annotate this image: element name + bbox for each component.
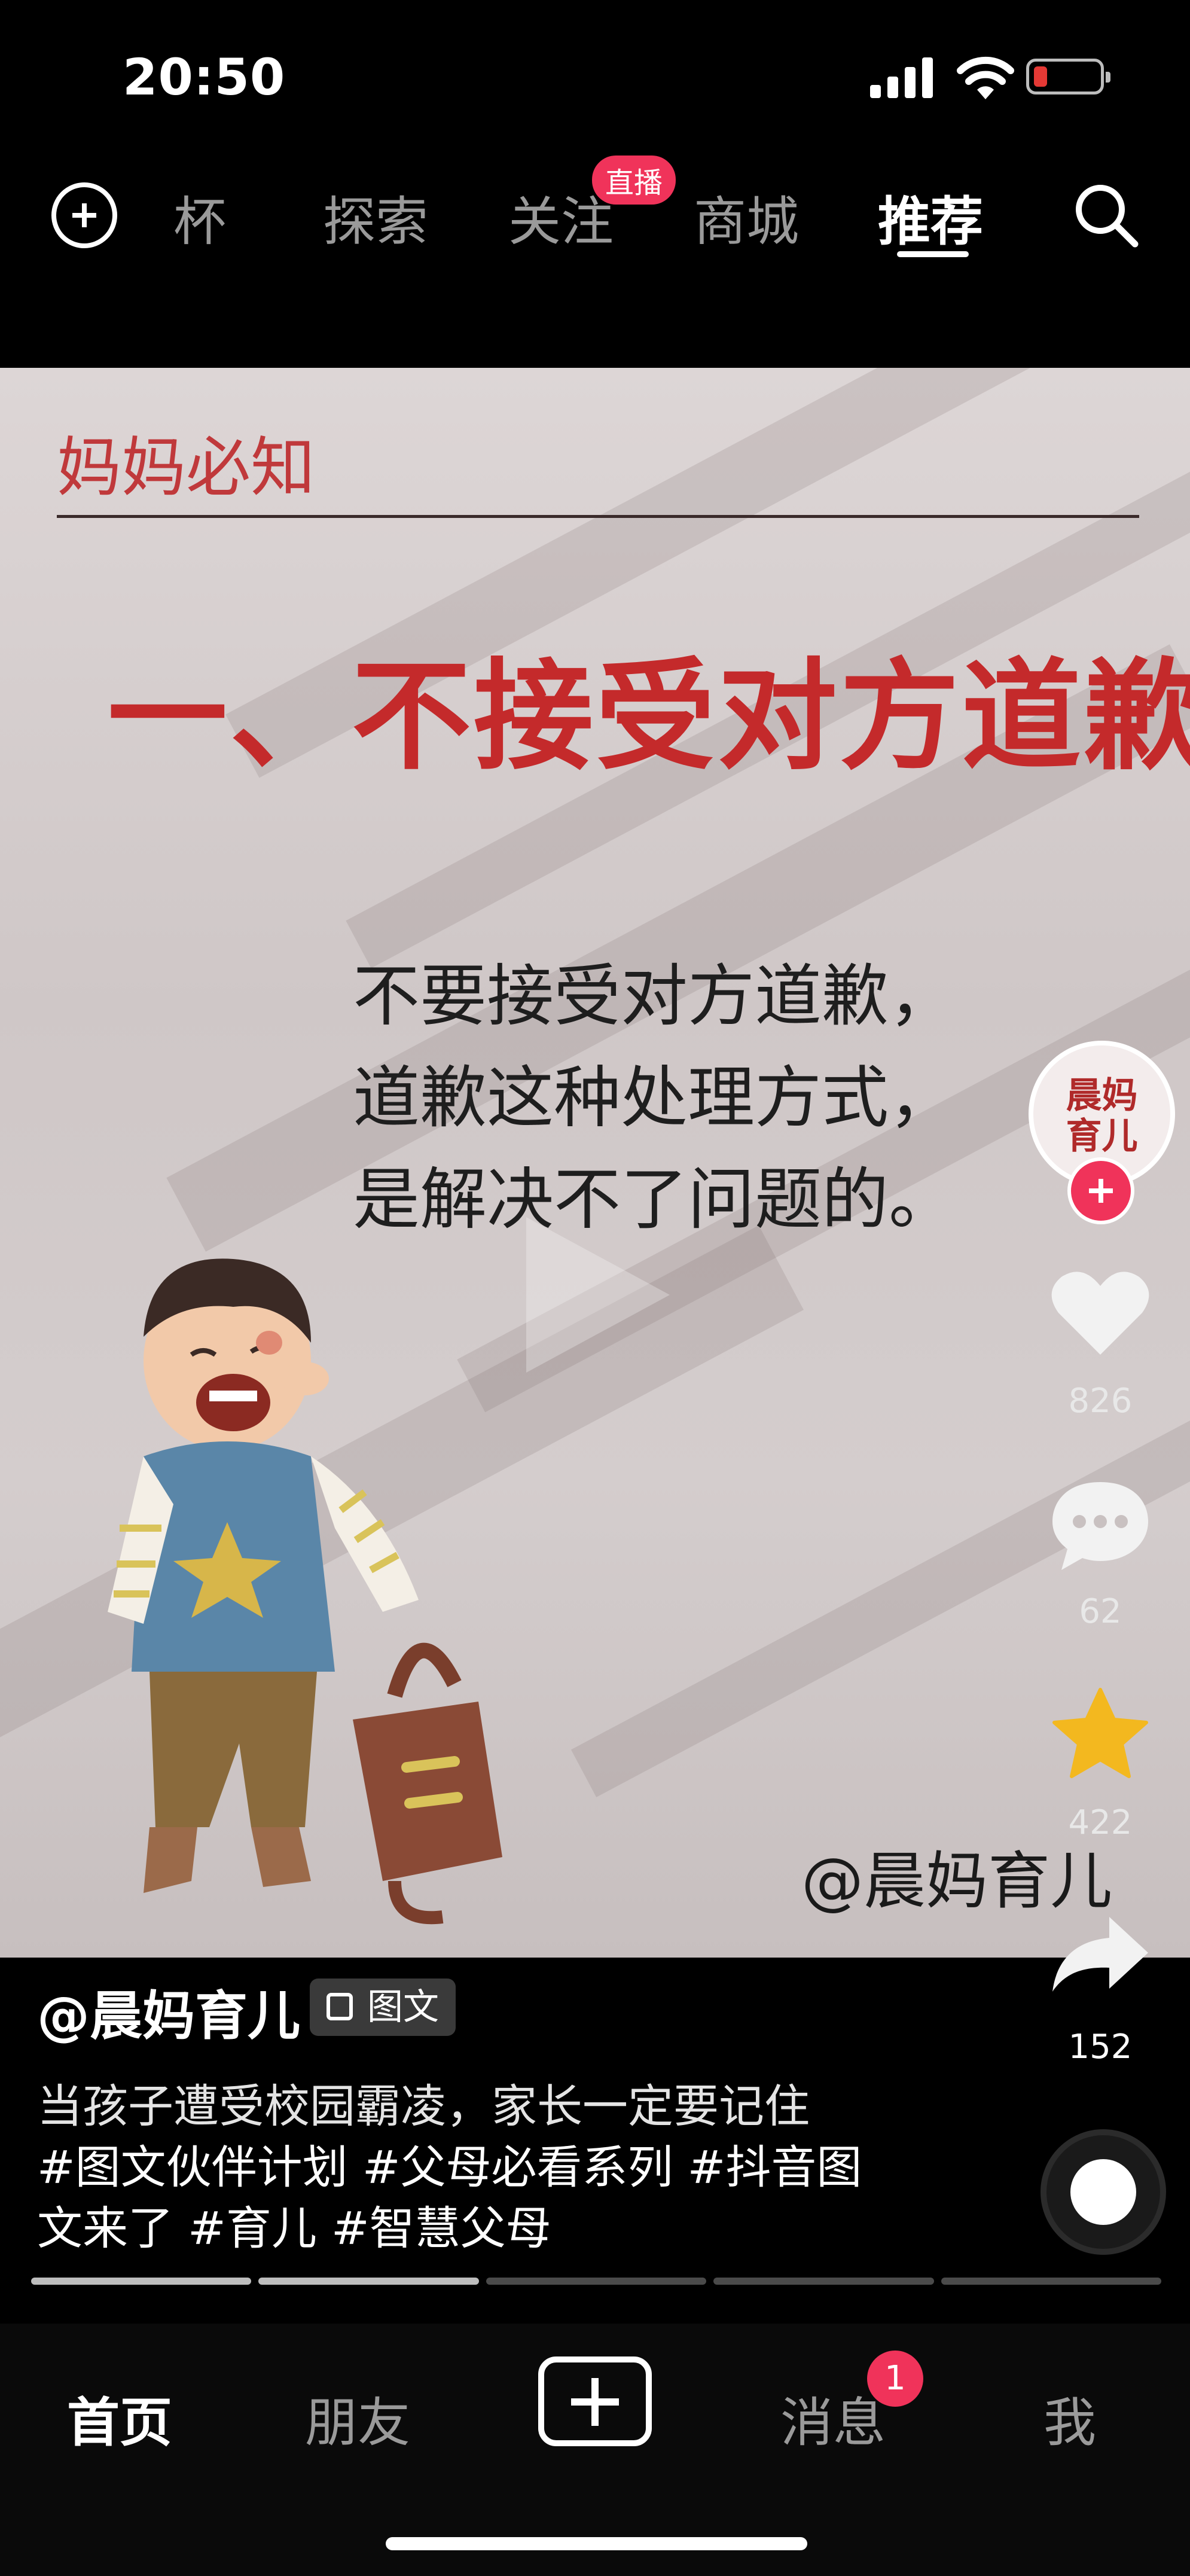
- create-post-button[interactable]: [538, 2356, 652, 2446]
- favorite-count: 422: [1068, 1803, 1133, 1842]
- tab-friends[interactable]: 朋友: [305, 2380, 410, 2456]
- watermark: @晨妈育儿: [801, 1845, 1113, 1917]
- like-count: 826: [1068, 1382, 1133, 1420]
- top-nav: 杯 探索 关注 直播 商城 推荐: [0, 156, 1190, 275]
- progress-segment: [486, 2278, 707, 2285]
- post-type-badge: 图文: [310, 1979, 456, 2036]
- progress-segment: [941, 2278, 1161, 2285]
- home-indicator: [386, 2537, 807, 2550]
- post-type-label: 图文: [367, 1986, 439, 2028]
- progress-segment: [713, 2278, 934, 2285]
- search-icon[interactable]: [1070, 179, 1142, 251]
- battery-icon: [1026, 59, 1110, 94]
- caption-hashtags[interactable]: #图文伙伴计划 #父母必看系列 #抖音图: [37, 2130, 862, 2196]
- post-headline: 一、不接受对方道歉: [108, 647, 1190, 786]
- post-image[interactable]: 妈妈必知 一、不接受对方道歉 不要接受对方道歉， 道歉这种处理方式， 是解决不了…: [0, 368, 1190, 1958]
- section-label: 妈妈必知: [57, 431, 316, 505]
- progress-segment: [31, 2278, 252, 2285]
- caption-hashtags[interactable]: 文来了 #育儿 #智慧父母: [37, 2191, 551, 2257]
- heart-icon[interactable]: [1049, 1268, 1151, 1358]
- crying-boy-illustration: [108, 1258, 502, 1925]
- tab-explore[interactable]: 探索: [323, 179, 428, 255]
- body-line: 不要接受对方道歉，: [353, 958, 956, 1035]
- body-line: 道歉这种处理方式，: [353, 1059, 956, 1137]
- avatar-text: 育儿: [1066, 1115, 1138, 1157]
- live-badge[interactable]: 直播: [592, 156, 676, 205]
- status-time: 20:50: [123, 48, 286, 106]
- share-icon[interactable]: [1049, 1914, 1151, 1998]
- active-tab-indicator: [897, 251, 969, 257]
- progress-segment: [258, 2278, 479, 2285]
- share-count: 152: [1068, 2028, 1133, 2066]
- tab-me[interactable]: 我: [1043, 2380, 1096, 2456]
- tab-mall[interactable]: 商城: [694, 179, 799, 255]
- message-badge: 1: [867, 2351, 923, 2407]
- caption-line: 当孩子遭受校园霸凌，家长一定要记住: [37, 2080, 810, 2133]
- divider: [57, 515, 1139, 518]
- wifi-icon: [957, 56, 1014, 99]
- comment-count: 62: [1079, 1592, 1122, 1631]
- music-disc[interactable]: [1041, 2129, 1166, 2255]
- star-icon[interactable]: [1049, 1687, 1151, 1782]
- follow-button[interactable]: [1067, 1157, 1134, 1224]
- play-icon[interactable]: [514, 1205, 682, 1385]
- slide-progress: [31, 2278, 1161, 2285]
- author-name[interactable]: @晨妈育儿: [37, 1974, 300, 2050]
- guitar-icon: [1070, 2159, 1136, 2225]
- tab-home[interactable]: 首页: [67, 2380, 172, 2456]
- comment-icon[interactable]: [1049, 1477, 1151, 1573]
- avatar-text: 晨妈: [1066, 1075, 1138, 1117]
- cellular-signal-icon: [870, 57, 933, 98]
- add-circle-icon[interactable]: [51, 182, 117, 248]
- image-text-icon: [327, 1993, 353, 2020]
- tab-recommend[interactable]: 推荐: [878, 179, 983, 255]
- tab-partial[interactable]: 杯: [173, 179, 226, 255]
